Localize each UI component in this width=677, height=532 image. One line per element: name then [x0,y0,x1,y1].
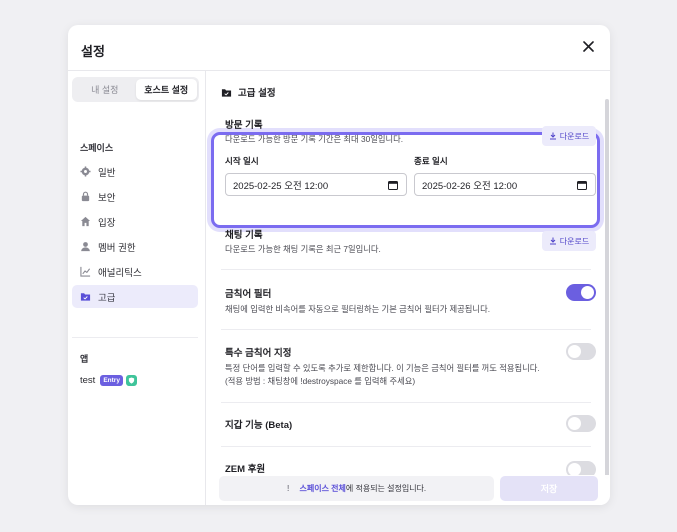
app-name: test [80,375,96,386]
notice-text: 에 적용되는 설정입니다. [345,484,427,493]
toggle-knob [568,345,581,358]
page-title-text: 고급 설정 [238,88,276,99]
sidebar-item-label: 멤버 권한 [98,242,136,254]
start-date-label: 시작 일시 [225,156,259,166]
chat-log-download-button[interactable]: 다운로드 [542,231,596,251]
sidebar-item-label: 입장 [98,217,116,229]
profanity-filter-title: 금칙어 필터 [225,289,272,300]
sidebar-item-label: 일반 [98,167,116,179]
visit-log-title: 방문 기록 [225,120,263,131]
sidebar: 내 설정 호스트 설정 스페이스 일반 보안 입장 멤버 권한 애널리틱스 고급… [68,71,206,505]
folder-icon [221,88,232,97]
download-label: 다운로드 [559,131,590,141]
notice-highlight: 스페이스 전체 [299,484,346,493]
close-button[interactable] [580,38,596,54]
app-item-test[interactable]: test Entry [80,375,137,386]
visit-log-download-button[interactable]: 다운로드 [542,126,596,146]
row-divider [221,269,591,270]
sidebar-divider [72,337,198,338]
download-icon [549,132,556,140]
settings-modal: 설정 내 설정 호스트 설정 스페이스 일반 보안 입장 멤버 권한 애널리틱스… [68,25,610,505]
sidebar-item-label: 고급 [98,292,116,304]
custom-profanity-toggle[interactable] [566,343,596,360]
zem-donation-title: ZEM 후원 [225,464,266,475]
modal-header: 설정 [68,25,610,70]
gear-icon [80,166,91,177]
entry-badge: Entry [100,375,123,386]
row-divider [221,329,591,330]
wallet-feature-title: 지갑 기능 (Beta) [225,420,293,431]
close-icon [582,40,594,52]
end-date-input[interactable]: 2025-02-26 오전 12:00 [414,173,596,196]
user-icon [81,242,90,252]
wallet-feature-toggle[interactable] [566,415,596,432]
sidebar-item-analytics[interactable]: 애널리틱스 [72,260,198,283]
app-section-label: 앱 [80,354,89,364]
download-label: 다운로드 [559,236,590,246]
profanity-filter-toggle[interactable] [566,284,596,301]
scroll-thumb[interactable] [605,99,609,479]
sidebar-item-label: 보안 [98,192,116,204]
download-icon [549,237,556,245]
sidebar-item-entry[interactable]: 입장 [72,210,198,233]
start-date-input[interactable]: 2025-02-25 오전 12:00 [225,173,407,196]
home-icon [80,216,91,227]
calendar-icon[interactable] [388,180,398,190]
space-section-label: 스페이스 [80,143,114,153]
chart-icon [80,266,91,277]
content-scrollbar[interactable] [605,99,609,494]
sidebar-item-general[interactable]: 일반 [72,160,198,183]
tab-host-settings[interactable]: 호스트 설정 [135,79,197,100]
scope-notice: ! 스페이스 전체 에 적용되는 설정입니다. [219,476,494,501]
start-date-value: 2025-02-25 오전 12:00 [233,180,329,192]
sidebar-nav: 일반 보안 입장 멤버 권한 애널리틱스 고급 [72,160,198,310]
custom-profanity-desc: 특정 단어를 입력할 수 있도록 추가로 제한합니다. 이 기능은 금칙어 필터… [225,363,540,373]
sidebar-item-advanced[interactable]: 고급 [72,285,198,308]
toggle-knob [568,417,581,430]
sidebar-item-label: 애널리틱스 [98,267,142,279]
shield-icon [125,375,137,386]
save-button[interactable]: 저장 [500,476,598,501]
footer: ! 스페이스 전체 에 적용되는 설정입니다. 저장 [206,475,610,505]
settings-tab-switch: 내 설정 호스트 설정 [72,77,199,102]
folder-icon [80,293,91,301]
advanced-settings-content: 고급 설정 방문 기록 다운로드 가능한 방문 기록 기간은 최대 30일입니다… [207,71,610,505]
chat-log-title: 채팅 기록 [225,230,263,241]
lock-icon [81,191,90,202]
end-date-label: 종료 일시 [414,156,448,166]
info-icon: ! [286,484,290,493]
visit-log-desc: 다운로드 가능한 방문 기록 기간은 최대 30일입니다. [225,134,404,144]
profanity-filter-desc: 채팅에 입력한 비속어를 자동으로 필터링하는 기본 금칙어 필터가 제공됩니다… [225,304,491,314]
page-title: 고급 설정 [221,85,276,99]
custom-profanity-title: 특수 금칙어 지정 [225,348,292,359]
end-date-value: 2025-02-26 오전 12:00 [422,180,518,192]
modal-title: 설정 [81,44,105,59]
toggle-knob [581,286,594,299]
row-divider [221,446,591,447]
chat-log-desc: 다운로드 가능한 채팅 기록은 최근 7일입니다. [225,244,381,254]
calendar-icon[interactable] [577,180,587,190]
sidebar-item-member-permissions[interactable]: 멤버 권한 [72,235,198,258]
custom-profanity-usage: (적용 방법 : 채팅창에 !destroyspace 를 입력해 주세요) [225,376,416,386]
row-divider [221,402,591,403]
sidebar-item-security[interactable]: 보안 [72,185,198,208]
tab-my-settings[interactable]: 내 설정 [74,79,136,100]
